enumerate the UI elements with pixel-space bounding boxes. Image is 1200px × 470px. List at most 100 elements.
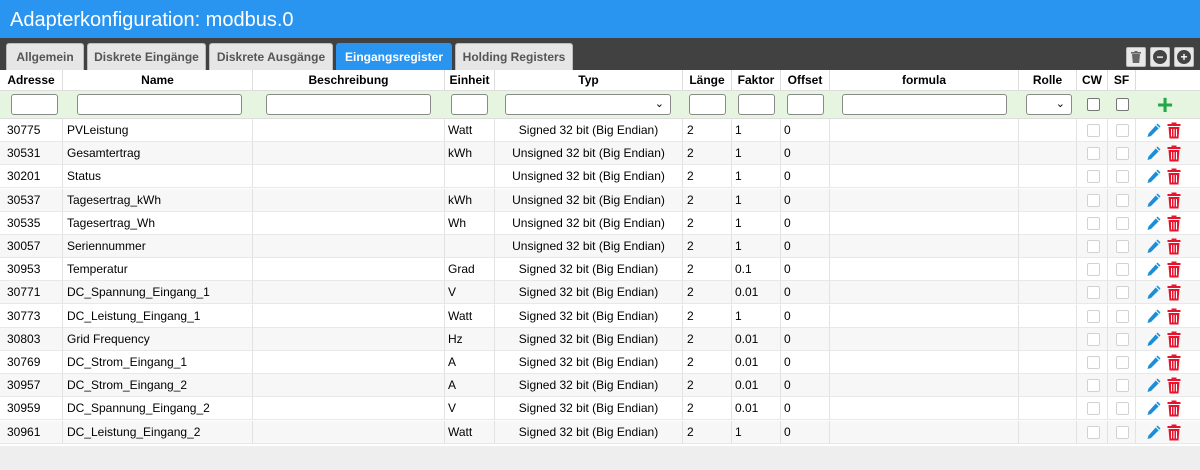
sf-checkbox[interactable] xyxy=(1116,402,1129,416)
edit-button[interactable] xyxy=(1146,168,1162,185)
filter-sf-checkbox[interactable] xyxy=(1116,98,1129,111)
cell-einheit: Hz xyxy=(445,327,495,351)
cell-adresse: 30773 xyxy=(0,304,63,328)
delete-button[interactable] xyxy=(1167,400,1181,417)
delete-button[interactable] xyxy=(1167,238,1181,255)
cw-checkbox[interactable] xyxy=(1087,332,1100,346)
filter-faktor-input[interactable] xyxy=(738,94,775,115)
filter-rolle-select[interactable]: ⌄ xyxy=(1026,94,1072,115)
cell-laenge: 2 xyxy=(683,211,732,235)
cw-checkbox[interactable] xyxy=(1087,240,1100,253)
filter-adresse-input[interactable] xyxy=(11,94,58,115)
cw-checkbox[interactable] xyxy=(1087,425,1100,439)
edit-button[interactable] xyxy=(1146,308,1162,325)
cw-checkbox[interactable] xyxy=(1087,147,1100,161)
sf-checkbox[interactable] xyxy=(1116,286,1129,300)
delete-button[interactable] xyxy=(1167,168,1181,185)
delete-button[interactable] xyxy=(1167,284,1181,301)
delete-button[interactable] xyxy=(1167,261,1181,278)
cell-offset: 0 xyxy=(781,142,830,166)
edit-button[interactable] xyxy=(1146,331,1162,348)
cw-checkbox[interactable] xyxy=(1087,193,1100,207)
cell-offset: 0 xyxy=(781,327,830,351)
tab-holding-registers[interactable]: Holding Registers xyxy=(455,43,573,70)
cw-checkbox[interactable] xyxy=(1087,356,1100,369)
cw-checkbox[interactable] xyxy=(1087,286,1100,300)
pencil-icon xyxy=(1147,146,1161,161)
cell-einheit: Wh xyxy=(445,211,495,235)
sf-checkbox[interactable] xyxy=(1116,425,1129,439)
sf-checkbox[interactable] xyxy=(1116,124,1129,137)
collapse-button[interactable]: − xyxy=(1150,47,1170,67)
sf-checkbox[interactable] xyxy=(1116,332,1129,346)
edit-button[interactable] xyxy=(1146,238,1162,255)
filter-einheit-input[interactable] xyxy=(451,94,488,115)
filter-formula-input[interactable] xyxy=(842,94,1007,115)
cell-adresse: 30775 xyxy=(0,119,63,142)
chevron-down-icon: ⌄ xyxy=(654,98,664,110)
cell-formula xyxy=(830,258,1019,282)
cw-checkbox[interactable] xyxy=(1087,309,1100,323)
filter-offset-input[interactable] xyxy=(787,94,824,115)
delete-button[interactable] xyxy=(1167,377,1181,394)
delete-button[interactable] xyxy=(1167,308,1181,325)
cell-typ: Signed 32 bit (Big Endian) xyxy=(495,281,683,305)
sf-checkbox[interactable] xyxy=(1116,216,1129,230)
cw-checkbox[interactable] xyxy=(1087,402,1100,416)
filter-laenge-input[interactable] xyxy=(689,94,726,115)
sf-checkbox[interactable] xyxy=(1116,263,1129,277)
filter-name-input[interactable] xyxy=(77,94,242,115)
sf-checkbox[interactable] xyxy=(1116,193,1129,207)
tab-allgemein[interactable]: Allgemein xyxy=(6,43,84,70)
delete-button[interactable] xyxy=(1167,215,1181,232)
cell-offset: 0 xyxy=(781,374,830,398)
cell-laenge: 2 xyxy=(683,420,732,444)
expand-button[interactable]: + xyxy=(1174,47,1194,67)
tab-diskrete-ausgaenge[interactable]: Diskrete Ausgänge xyxy=(209,43,333,70)
cell-einheit: Watt xyxy=(445,119,495,142)
cell-rolle xyxy=(1019,188,1077,212)
add-row-button[interactable]: + xyxy=(1152,91,1178,119)
filter-cw-checkbox[interactable] xyxy=(1087,98,1100,111)
sf-checkbox[interactable] xyxy=(1116,147,1129,161)
cell-formula xyxy=(830,211,1019,235)
delete-all-button[interactable] xyxy=(1126,47,1146,67)
cw-checkbox[interactable] xyxy=(1087,170,1100,184)
delete-button[interactable] xyxy=(1167,354,1181,371)
cw-checkbox[interactable] xyxy=(1087,124,1100,137)
delete-button[interactable] xyxy=(1167,122,1181,139)
delete-button[interactable] xyxy=(1167,424,1181,441)
sf-checkbox[interactable] xyxy=(1116,240,1129,253)
edit-button[interactable] xyxy=(1146,122,1162,139)
edit-button[interactable] xyxy=(1146,400,1162,417)
sf-checkbox[interactable] xyxy=(1116,309,1129,323)
cw-checkbox[interactable] xyxy=(1087,263,1100,277)
filter-beschreibung-input[interactable] xyxy=(266,94,431,115)
delete-button[interactable] xyxy=(1167,145,1181,162)
edit-button[interactable] xyxy=(1146,424,1162,441)
cw-checkbox[interactable] xyxy=(1087,379,1100,393)
cell-typ: Signed 32 bit (Big Endian) xyxy=(495,119,683,142)
delete-button[interactable] xyxy=(1167,192,1181,209)
column-header-name: Name xyxy=(63,70,253,91)
edit-button[interactable] xyxy=(1146,377,1162,394)
cell-faktor: 0.01 xyxy=(732,397,781,421)
edit-button[interactable] xyxy=(1146,192,1162,209)
sf-checkbox[interactable] xyxy=(1116,356,1129,369)
edit-button[interactable] xyxy=(1146,261,1162,278)
delete-button[interactable] xyxy=(1167,331,1181,348)
sf-checkbox[interactable] xyxy=(1116,170,1129,184)
cw-checkbox[interactable] xyxy=(1087,216,1100,230)
cell-beschreibung xyxy=(253,188,445,212)
table-row: 30953 Temperatur Grad Signed 32 bit (Big En… xyxy=(0,258,1200,282)
sf-checkbox[interactable] xyxy=(1116,379,1129,393)
edit-button[interactable] xyxy=(1146,284,1162,301)
trash-icon xyxy=(1167,192,1181,209)
tab-eingangsregister[interactable]: Eingangsregister xyxy=(336,43,452,70)
cell-einheit: kWh xyxy=(445,142,495,166)
tab-diskrete-eingaenge[interactable]: Diskrete Eingänge xyxy=(87,43,206,70)
filter-typ-select[interactable]: ⌄ xyxy=(505,94,671,115)
edit-button[interactable] xyxy=(1146,354,1162,371)
edit-button[interactable] xyxy=(1146,145,1162,162)
edit-button[interactable] xyxy=(1146,215,1162,232)
